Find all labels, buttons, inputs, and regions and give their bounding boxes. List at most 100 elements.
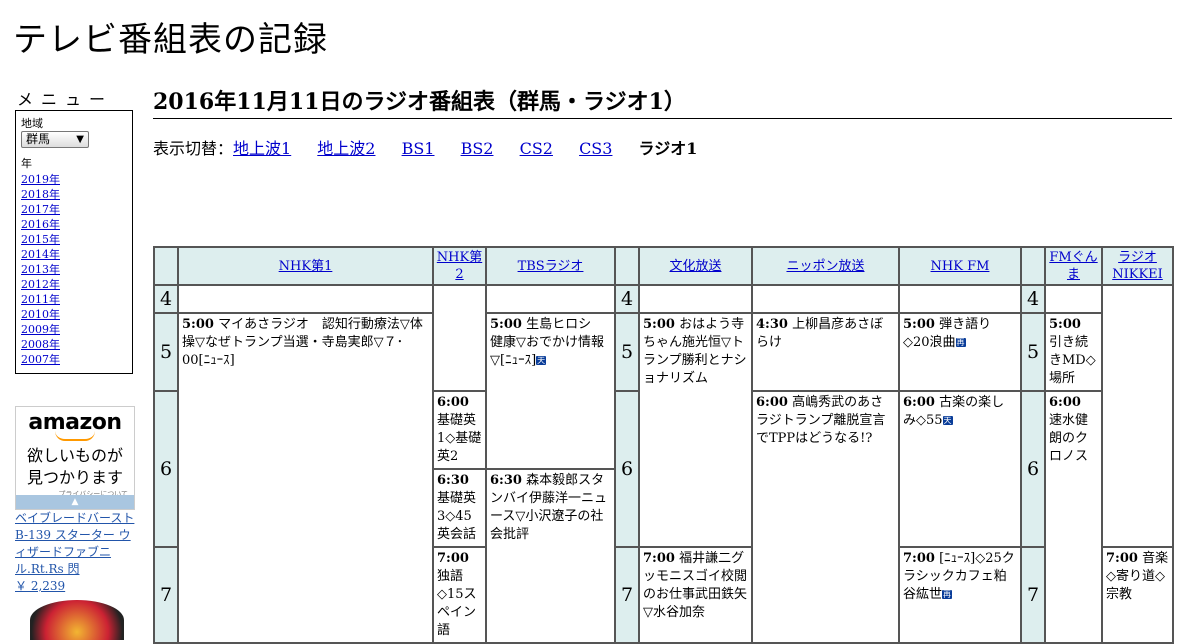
station-link-nikkei[interactable]: ラジオNIKKEI xyxy=(1112,250,1163,282)
hour-cell: 5 xyxy=(1020,312,1046,392)
menu-heading: メニュー xyxy=(17,90,114,109)
program-title: 独語◇15スペイン語 xyxy=(437,569,477,638)
station-link-nhk1[interactable]: NHK第1 xyxy=(279,259,333,274)
program-cell[interactable]: 4:30 上柳昌彦あさぼらけ xyxy=(751,312,900,392)
program-cell[interactable]: 5:00 引き続きMD◇場所 xyxy=(1044,312,1103,392)
year-link-2011[interactable]: 2011年 xyxy=(21,293,60,306)
hour-cell: 5 xyxy=(153,312,179,392)
program-cell-empty xyxy=(1044,284,1103,314)
program-time: 6:00 xyxy=(756,395,788,410)
program-cell-empty xyxy=(432,284,487,392)
hour-cell: 6 xyxy=(1020,390,1046,548)
region-label: 地域 xyxy=(21,117,43,130)
ad-tagline: 欲しいものが 見つかります xyxy=(16,445,134,489)
year-link-2019[interactable]: 2019年 xyxy=(21,173,60,186)
program-cell[interactable]: 7:00 独語◇15スペイン語 xyxy=(432,546,487,644)
program-cell[interactable]: 5:00 弾き語り◇20浪曲再 xyxy=(898,312,1022,392)
program-cell-empty xyxy=(485,284,616,314)
dropdown-arrow-icon: ▼ xyxy=(76,134,84,145)
program-cell[interactable]: 6:30 森本毅郎スタンバイ伊藤洋一ニュース▽小沢遼子の社会批評 xyxy=(485,468,616,644)
year-link-2014[interactable]: 2014年 xyxy=(21,248,60,261)
station-header-tbs: TBSラジオ xyxy=(485,246,616,286)
station-link-bunka[interactable]: 文化放送 xyxy=(669,259,721,274)
switch-link-cs2[interactable]: CS2 xyxy=(520,139,553,158)
switch-link-cs3[interactable]: CS3 xyxy=(579,139,612,158)
hour-cell: 7 xyxy=(614,546,640,644)
program-cell[interactable]: 6:00 基礎英1◇基礎英2 xyxy=(432,390,487,470)
year-list: 2019年 2018年 2017年 2016年 2015年 2014年 2013… xyxy=(21,172,127,367)
program-title: 基礎英1◇基礎英2 xyxy=(437,413,482,464)
program-time: 7:00 xyxy=(437,551,469,566)
site-title: テレビ番組表の記録 xyxy=(13,20,328,60)
switch-link-terrestrial1[interactable]: 地上波1 xyxy=(233,139,291,158)
station-header-nhk2: NHK第2 xyxy=(432,246,487,286)
year-link-2016[interactable]: 2016年 xyxy=(21,218,60,231)
station-link-nhkfm[interactable]: NHK FM xyxy=(931,259,990,274)
rerun-badge-icon: 再 xyxy=(955,338,966,347)
program-cell-empty xyxy=(1101,284,1174,548)
program-cell-empty xyxy=(898,284,1022,314)
hour-cell: 4 xyxy=(153,284,179,314)
program-cell[interactable]: 7:00 音楽◇寄り道◇宗教 xyxy=(1101,546,1174,644)
hour-cell: 7 xyxy=(1020,546,1046,644)
amazon-ad[interactable]: amazon 欲しいものが 見つかります プライバシーについて ▲ xyxy=(15,406,135,510)
program-cell-empty xyxy=(751,284,900,314)
program-cell[interactable]: 6:00 高嶋秀武のあさラジトランプ離脱宣言でTPPはどうなる!? xyxy=(751,390,900,644)
switch-link-terrestrial2[interactable]: 地上波2 xyxy=(317,139,375,158)
station-link-nippon[interactable]: ニッポン放送 xyxy=(786,259,864,274)
program-cell[interactable]: 5:00 おはよう寺ちゃん施光恒▽トランプ勝利とナショナリズム xyxy=(638,312,753,548)
program-time: 5:00 xyxy=(490,317,522,332)
program-time: 6:30 xyxy=(490,473,522,488)
program-cell[interactable]: 7:00 [ﾆｭｰｽ]◇25クラシックカフェ粕谷紘世再 xyxy=(898,546,1022,644)
program-time: 5:00 xyxy=(903,317,935,332)
year-link-2008[interactable]: 2008年 xyxy=(21,338,60,351)
product-price: ￥ 2,239 xyxy=(15,579,66,593)
year-link-2009[interactable]: 2009年 xyxy=(21,323,60,336)
year-link-2015[interactable]: 2015年 xyxy=(21,233,60,246)
region-value: 群馬 xyxy=(26,132,51,146)
program-time: 5:00 xyxy=(1049,317,1081,332)
station-header-bunka: 文化放送 xyxy=(638,246,753,286)
year-link-2017[interactable]: 2017年 xyxy=(21,203,60,216)
product-image[interactable] xyxy=(30,600,124,640)
program-cell[interactable]: 6:30 基礎英3◇45英会話 xyxy=(432,468,487,548)
station-header-nhk1: NHK第1 xyxy=(177,246,434,286)
year-link-2018[interactable]: 2018年 xyxy=(21,188,60,201)
year-link-2007[interactable]: 2007年 xyxy=(21,353,60,366)
hour-header-cell xyxy=(1020,246,1046,286)
station-header-nippon: ニッポン放送 xyxy=(751,246,900,286)
station-link-fmgunma[interactable]: FMぐんま xyxy=(1049,250,1097,282)
station-header-nhkfm: NHK FM xyxy=(898,246,1022,286)
product-name: ベイブレードバースト B-139 スターター ウィザードファブニル.Rt.Rs … xyxy=(15,511,135,576)
switch-link-bs2[interactable]: BS2 xyxy=(461,139,494,158)
hour-cell: 5 xyxy=(614,312,640,392)
program-cell[interactable]: 7:00 福井謙二グッモニスゴイ校閲のお仕事武田鉄矢▽水谷加奈 xyxy=(638,546,753,644)
product-link[interactable]: ベイブレードバースト B-139 スターター ウィザードファブニル.Rt.Rs … xyxy=(15,510,139,595)
year-link-2013[interactable]: 2013年 xyxy=(21,263,60,276)
station-link-nhk2[interactable]: NHK第2 xyxy=(437,250,482,282)
region-select[interactable]: 群馬 ▼ xyxy=(21,131,89,148)
station-header-fmgunma: FMぐんま xyxy=(1044,246,1103,286)
rerun-badge-icon: 再 xyxy=(942,590,953,599)
ad-tagline-line2: 見つかります xyxy=(26,468,123,487)
switch-current-radio1: ラジオ1 xyxy=(638,139,698,158)
program-time: 6:30 xyxy=(437,473,469,488)
program-cell[interactable]: 6:00 古楽の楽しみ◇55天 xyxy=(898,390,1022,548)
year-label: 年 xyxy=(21,157,32,170)
hour-cell: 6 xyxy=(153,390,179,548)
schedule-table: NHK第1 NHK第2 TBSラジオ 文化放送 ニッポン放送 NHK FM FM… xyxy=(153,246,1174,644)
program-time: 5:00 xyxy=(182,317,214,332)
program-time: 7:00 xyxy=(643,551,675,566)
ad-expand-icon[interactable]: ▲ xyxy=(16,495,134,509)
switch-link-bs1[interactable]: BS1 xyxy=(402,139,435,158)
program-cell[interactable]: 5:00 生島ヒロシ 健康▽おでかけ情報▽[ﾆｭｰｽ]天 xyxy=(485,312,616,470)
view-switcher: 表示切替：地上波1 地上波2 BS1 BS2 CS2 CS3 ラジオ1 xyxy=(153,135,697,159)
year-link-2012[interactable]: 2012年 xyxy=(21,278,60,291)
program-time: 5:00 xyxy=(643,317,675,332)
year-link-2010[interactable]: 2010年 xyxy=(21,308,60,321)
program-cell[interactable]: 6:00 速水健朗のクロノス xyxy=(1044,390,1103,644)
weather-badge-icon: 天 xyxy=(942,416,953,425)
program-cell[interactable]: 5:00 マイあさラジオ 認知行動療法▽体操▽なぜトランプ当選・寺島実郎▽７･0… xyxy=(177,312,434,644)
program-time: 7:00 xyxy=(903,551,935,566)
station-link-tbs[interactable]: TBSラジオ xyxy=(518,259,584,274)
